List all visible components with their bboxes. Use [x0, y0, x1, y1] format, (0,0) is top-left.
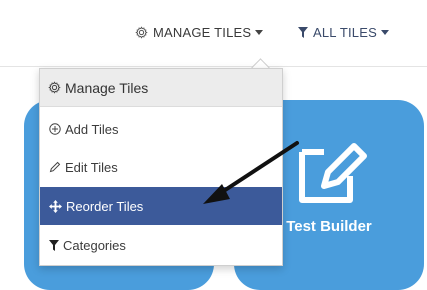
- all-tiles-button[interactable]: ALL TILES: [298, 22, 389, 42]
- caret-down-icon: [255, 29, 264, 35]
- move-arrows-icon: [49, 199, 62, 213]
- top-toolbar: MANAGE TILES ALL TILES: [0, 0, 427, 67]
- all-tiles-label: ALL TILES: [313, 24, 377, 40]
- menu-item-reorder-tiles[interactable]: Reorder Tiles: [40, 187, 282, 225]
- menu-item-label: Edit Tiles: [65, 159, 118, 175]
- manage-tiles-button[interactable]: MANAGE TILES: [135, 22, 264, 42]
- menu-item-edit-tiles[interactable]: Edit Tiles: [40, 148, 282, 186]
- gear-icon: [48, 81, 61, 94]
- gear-icon: [135, 25, 148, 39]
- menu-item-label: Reorder Tiles: [66, 198, 144, 214]
- menu-item-add-tiles[interactable]: Add Tiles: [40, 110, 282, 148]
- manage-tiles-dropdown: Manage Tiles Add Tiles Edit Tiles Reorde…: [39, 68, 283, 266]
- edit-square-icon: [284, 130, 374, 215]
- menu-item-categories[interactable]: Categories: [40, 226, 282, 264]
- menu-item-label: Categories: [63, 237, 126, 253]
- filter-icon: [49, 239, 59, 251]
- menu-header-label: Manage Tiles: [65, 79, 149, 96]
- menu-item-label: Add Tiles: [65, 121, 119, 137]
- pencil-icon: [49, 161, 61, 173]
- caret-down-icon: [380, 29, 389, 35]
- menu-header: Manage Tiles: [40, 69, 282, 107]
- plus-circle-icon: [49, 123, 61, 135]
- manage-tiles-label: MANAGE TILES: [153, 24, 252, 40]
- filter-icon: [298, 26, 308, 38]
